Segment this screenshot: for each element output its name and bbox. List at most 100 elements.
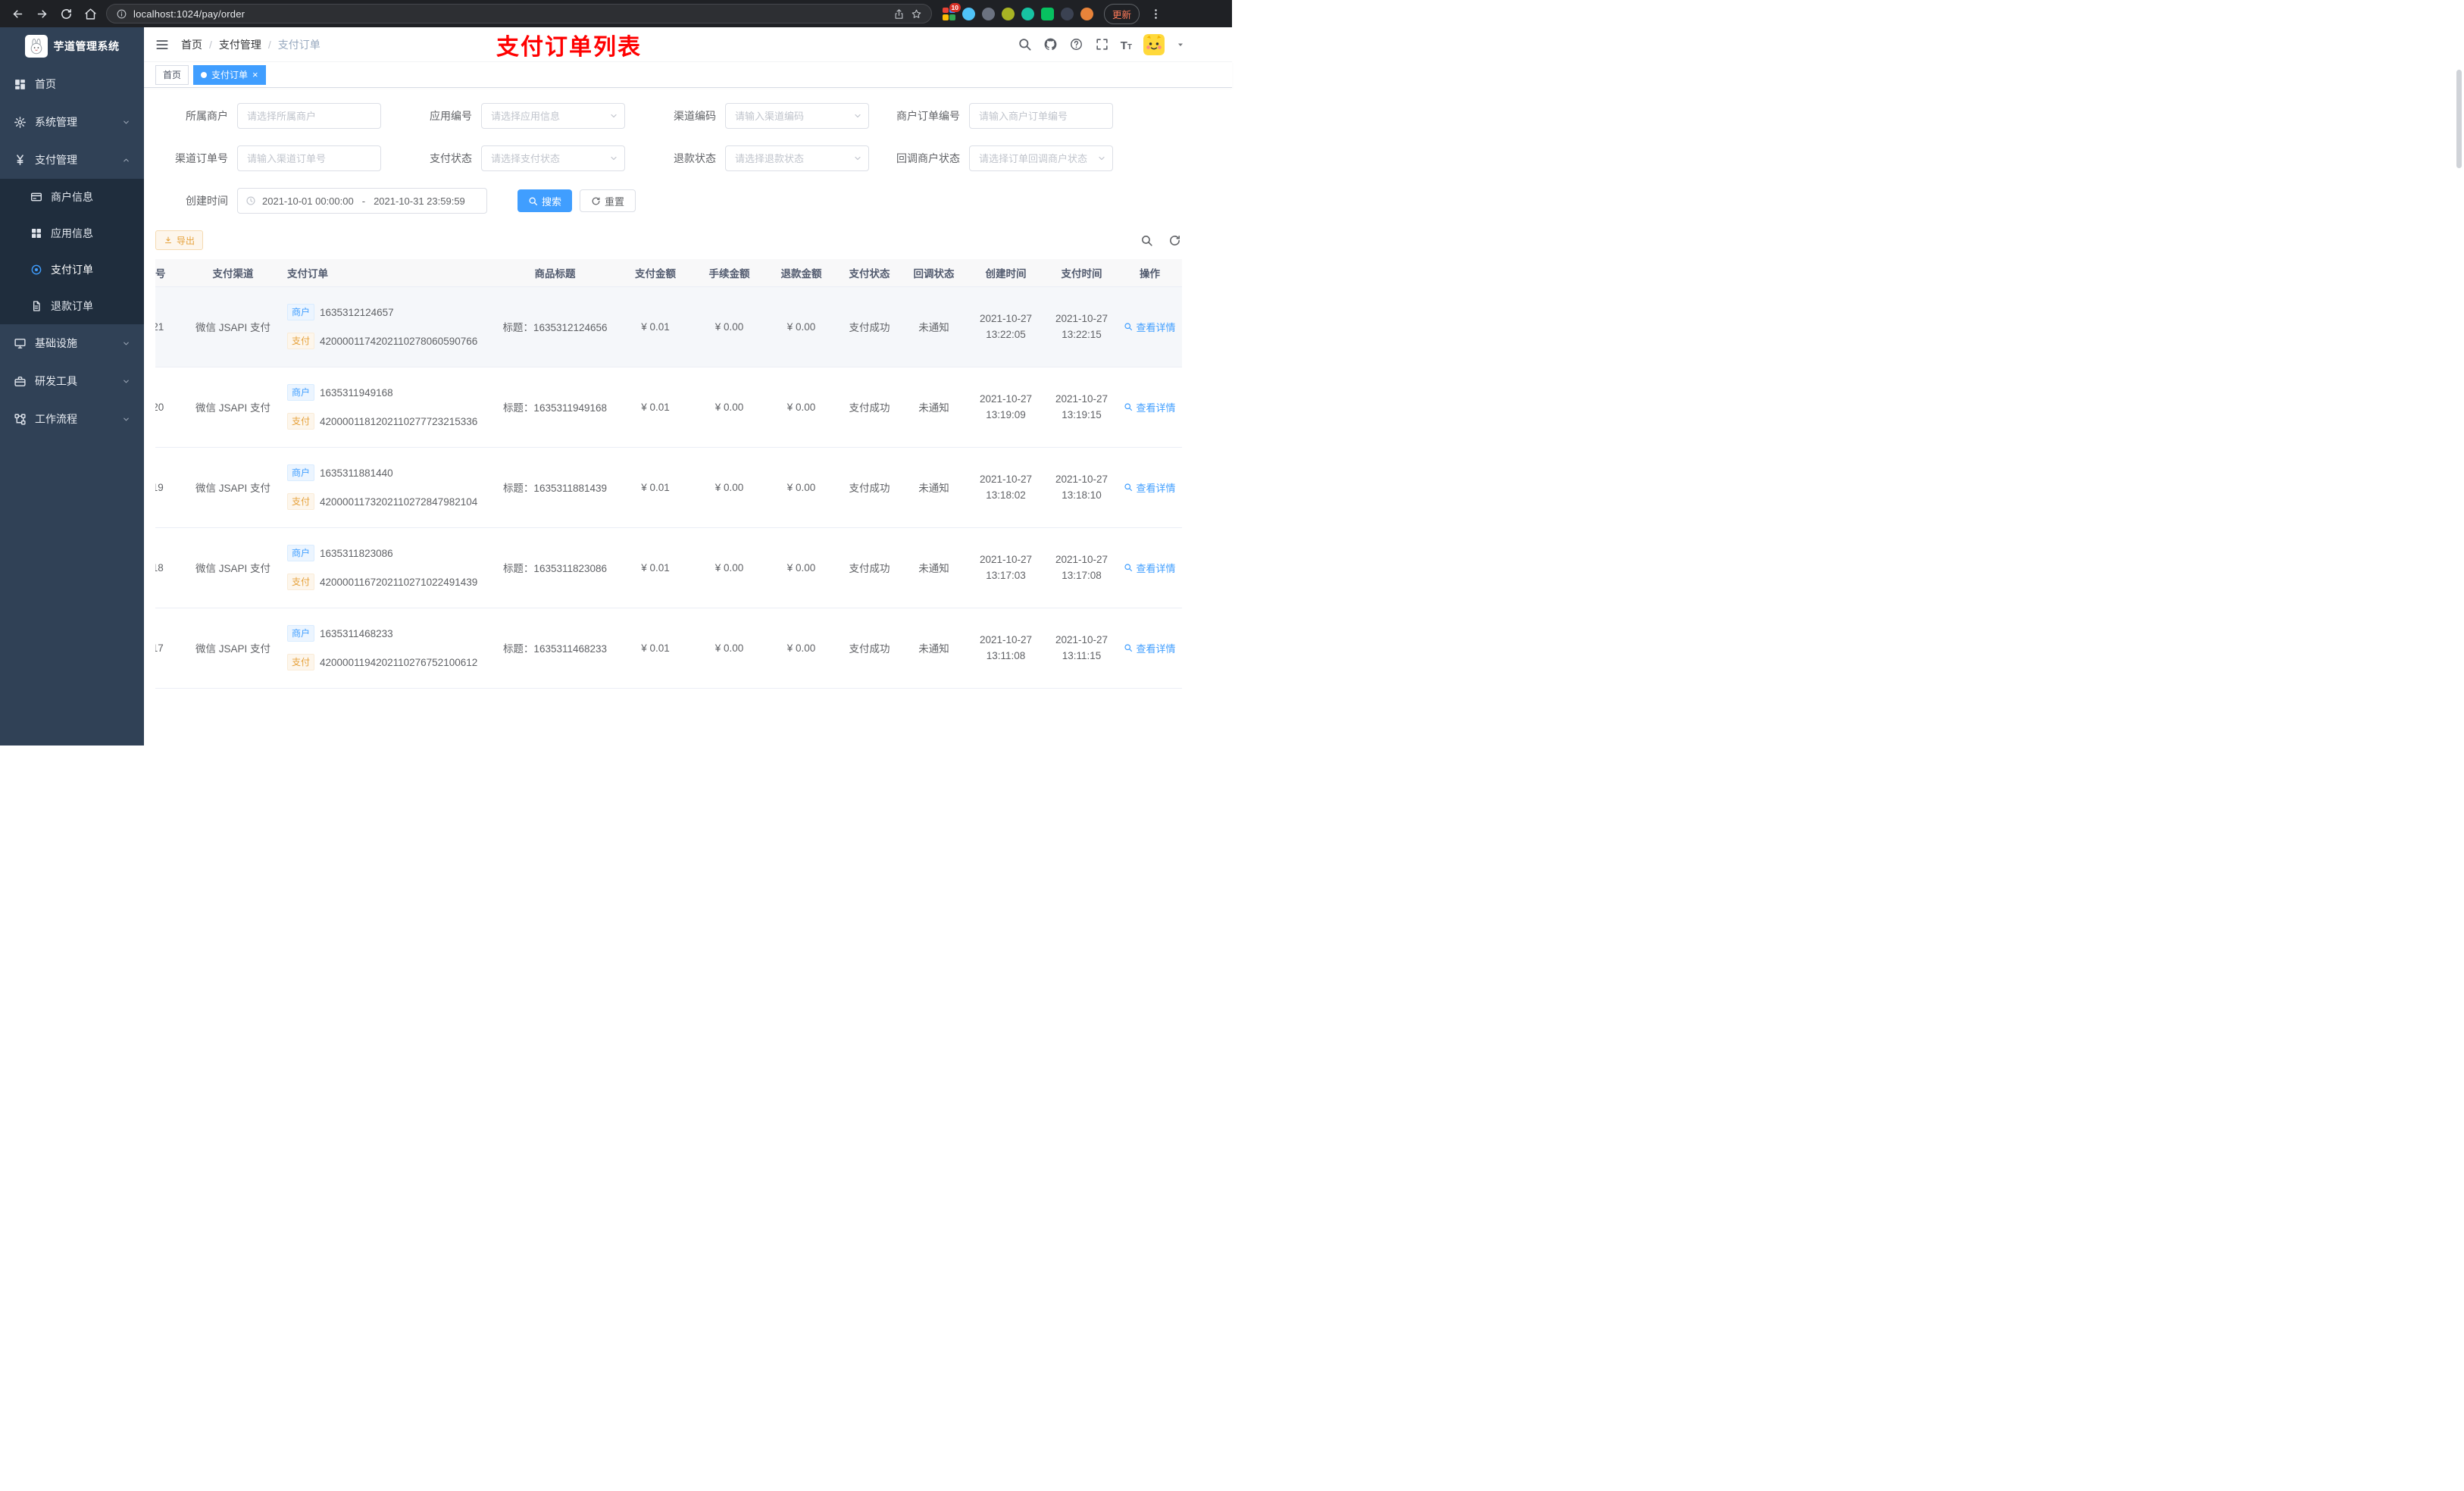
extension-badge: 10: [949, 2, 961, 12]
green-check-extension[interactable]: [1021, 7, 1034, 20]
font-size-icon[interactable]: TT: [1121, 37, 1132, 52]
filter-app-no-select[interactable]: [481, 103, 625, 129]
date-separator: -: [361, 195, 366, 207]
filter-refund-status-select[interactable]: [725, 145, 869, 171]
page-scrollbar[interactable]: [2456, 70, 2462, 168]
colorful-grid-extension[interactable]: 10: [943, 2, 961, 20]
column-header: 编号: [155, 259, 189, 287]
reload-icon[interactable]: [58, 5, 74, 22]
hamburger-icon[interactable]: [155, 37, 170, 52]
filter-field-pay-status: 支付状态: [399, 145, 625, 171]
search-icon[interactable]: [1018, 37, 1032, 52]
breadcrumb: 首页 / 支付管理 / 支付订单: [181, 37, 321, 52]
sidebar-item-app-info[interactable]: 应用信息: [0, 215, 144, 252]
sidebar-item-system[interactable]: 系统管理: [0, 103, 144, 141]
date-end-value[interactable]: 2021-10-31 23:59:59: [374, 195, 465, 207]
date-start-value[interactable]: 2021-10-01 00:00:00: [262, 195, 354, 207]
cell-actions: 查看详情: [1118, 527, 1182, 608]
filter-notify-status-select[interactable]: [969, 145, 1113, 171]
cell-title: 标题：1635311949168: [492, 367, 618, 448]
filter-app-no-field[interactable]: [481, 103, 625, 129]
sidebar-item-label: 系统管理: [35, 116, 77, 128]
column-header: 支付订单: [277, 259, 492, 287]
sidebar-item-label: 支付管理: [35, 154, 77, 166]
view-detail-link[interactable]: 查看详情: [1124, 400, 1176, 414]
blue-drop-extension[interactable]: [962, 7, 975, 20]
export-button[interactable]: 导出: [155, 230, 204, 250]
column-header: 支付渠道: [189, 259, 277, 287]
update-button[interactable]: 更新: [1104, 3, 1140, 24]
address-bar[interactable]: localhost:1024/pay/order: [106, 4, 932, 23]
search-button[interactable]: 搜索: [518, 189, 573, 212]
caret-down-icon[interactable]: [1176, 40, 1185, 49]
filter-channel-code-field[interactable]: [725, 103, 869, 129]
orange-face-extension[interactable]: [1080, 7, 1093, 20]
reset-button-label: 重置: [605, 195, 625, 208]
column-header: 支付时间: [1046, 259, 1118, 287]
github-icon[interactable]: [1043, 37, 1058, 52]
fullscreen-icon[interactable]: [1095, 37, 1109, 52]
filter-owner-merchant-field[interactable]: [237, 103, 381, 129]
merchant-tag: 商户: [287, 384, 315, 401]
cell-status: 支付成功: [837, 527, 902, 608]
gray-circle-extension[interactable]: [982, 7, 995, 20]
refresh-table-icon[interactable]: [1168, 234, 1181, 247]
sidebar-item-workflow[interactable]: 工作流程: [0, 400, 144, 438]
cell-create-time: 2021-10-27 13:11:08: [966, 608, 1046, 689]
view-detail-link[interactable]: 查看详情: [1124, 480, 1176, 495]
cell-refund: ¥ 0.00: [765, 608, 837, 689]
cell-no: 121: [155, 286, 189, 367]
workflow-icon: [14, 413, 27, 426]
chrome-menu-icon[interactable]: [1147, 5, 1164, 22]
filter-merchant-order-no-input[interactable]: [969, 103, 1113, 129]
forward-icon[interactable]: [33, 5, 50, 22]
cell-amount: ¥ 0.01: [618, 286, 693, 367]
reset-button[interactable]: 重置: [580, 189, 636, 212]
filter-row: 渠道订单号 支付状态 退款状态 回调商户状态: [155, 145, 1221, 171]
column-header: 退款金额: [765, 259, 837, 287]
sidebar-item-infrastructure[interactable]: 基础设施: [0, 324, 144, 362]
share-icon[interactable]: [893, 8, 905, 20]
view-detail-link[interactable]: 查看详情: [1124, 641, 1176, 655]
back-icon[interactable]: [9, 5, 26, 22]
sidebar-item-home[interactable]: 首页: [0, 65, 144, 103]
filter-owner-merchant-input[interactable]: [237, 103, 381, 129]
merchant-tag: 商户: [287, 545, 315, 561]
sidebar-item-merchant-info[interactable]: 商户信息: [0, 179, 144, 215]
view-detail-link[interactable]: 查看详情: [1124, 320, 1176, 334]
filter-merchant-order-no-field[interactable]: [969, 103, 1113, 129]
cell-pay-order: 商户 1635312124657 支付 42000011742021102780605…: [277, 286, 492, 367]
home-icon[interactable]: [82, 5, 98, 22]
tab-pay-order[interactable]: 支付订单 ×: [193, 64, 266, 85]
green-chat-extension[interactable]: [1041, 7, 1054, 20]
dashboard-icon: [14, 78, 27, 91]
help-icon[interactable]: [1069, 37, 1083, 52]
avatar[interactable]: [1143, 33, 1165, 55]
dark-pin-extension[interactable]: [1061, 7, 1074, 20]
sidebar-item-refund-order[interactable]: 退款订单: [0, 288, 144, 324]
tab-home[interactable]: 首页: [155, 64, 189, 85]
olive-circle-extension[interactable]: [1002, 7, 1015, 20]
sidebar-item-dev-tools[interactable]: 研发工具: [0, 362, 144, 400]
filter-channel-order-no-field[interactable]: [237, 145, 381, 171]
view-detail-link[interactable]: 查看详情: [1124, 561, 1176, 575]
filter-pay-status-select[interactable]: [481, 145, 625, 171]
filter-notify-status-field[interactable]: [969, 145, 1113, 171]
filter-refund-status-field[interactable]: [725, 145, 869, 171]
breadcrumb-home[interactable]: 首页: [181, 37, 202, 52]
column-header: 支付金额: [618, 259, 693, 287]
create-time-range-picker[interactable]: 2021-10-01 00:00:00 - 2021-10-31 23:59:5…: [237, 188, 487, 214]
close-tab-icon[interactable]: ×: [252, 70, 258, 80]
sidebar-item-payment[interactable]: 支付管理: [0, 141, 144, 179]
filter-channel-code-select[interactable]: [725, 103, 869, 129]
filter-pay-status-field[interactable]: [481, 145, 625, 171]
filter-field-refund-status: 退款状态: [643, 145, 869, 171]
logo[interactable]: 芋道管理系统: [0, 27, 144, 65]
filter-channel-order-no-input[interactable]: [237, 145, 381, 171]
bookmark-star-icon[interactable]: [911, 8, 922, 20]
site-info-icon[interactable]: [116, 8, 127, 20]
filter-label-channel-order-no: 渠道订单号: [175, 152, 228, 164]
search-toggle-icon[interactable]: [1140, 234, 1153, 247]
sidebar-item-pay-order[interactable]: 支付订单: [0, 252, 144, 288]
breadcrumb-pay-manage[interactable]: 支付管理: [219, 37, 261, 52]
